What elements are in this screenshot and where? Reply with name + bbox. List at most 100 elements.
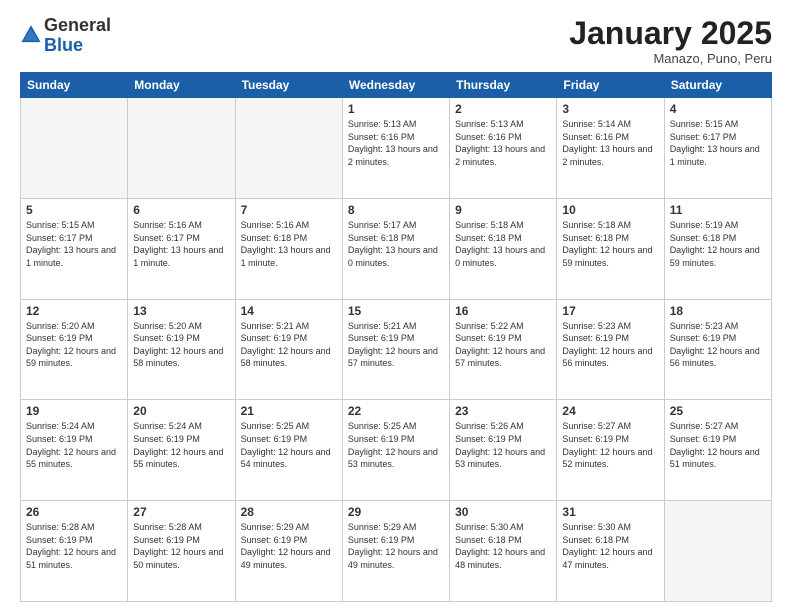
calendar-cell: 2 Sunrise: 5:13 AMSunset: 6:16 PMDaylight… (450, 98, 557, 199)
day-info: Sunrise: 5:24 AMSunset: 6:19 PMDaylight:… (133, 420, 229, 470)
calendar-cell (21, 98, 128, 199)
weekday-header-saturday: Saturday (664, 73, 771, 98)
calendar-cell: 29Sunrise: 5:29 AMSunset: 6:19 PMDayligh… (342, 501, 449, 602)
day-info: Sunrise: 5:16 AMSunset: 6:17 PMDaylight:… (133, 219, 229, 269)
day-info: Sunrise: 5:29 AMSunset: 6:19 PMDaylight:… (348, 521, 444, 571)
header: General Blue January 2025 Manazo, Puno, … (20, 16, 772, 66)
day-info: Sunrise: 5:30 AMSunset: 6:18 PMDaylight:… (455, 521, 551, 571)
calendar-cell: 6 Sunrise: 5:16 AMSunset: 6:17 PMDaylight… (128, 198, 235, 299)
day-number: 4 (670, 102, 766, 116)
calendar-cell: 30 Sunrise: 5:30 AMSunset: 6:18 PMDayligh… (450, 501, 557, 602)
weekday-header-row: SundayMondayTuesdayWednesdayThursdayFrid… (21, 73, 772, 98)
day-number: 6 (133, 203, 229, 217)
day-info: Sunrise: 5:22 AMSunset: 6:19 PMDaylight:… (455, 320, 551, 370)
calendar-cell: 11 Sunrise: 5:19 AMSunset: 6:18 PMDayligh… (664, 198, 771, 299)
weekday-header-friday: Friday (557, 73, 664, 98)
day-number: 23 (455, 404, 551, 418)
calendar-week-5: 26Sunrise: 5:28 AMSunset: 6:19 PMDayligh… (21, 501, 772, 602)
day-number: 21 (241, 404, 337, 418)
calendar-cell: 25 Sunrise: 5:27 AMSunset: 6:19 PMDayligh… (664, 400, 771, 501)
calendar-cell: 13Sunrise: 5:20 AMSunset: 6:19 PMDayligh… (128, 299, 235, 400)
day-number: 25 (670, 404, 766, 418)
day-number: 17 (562, 304, 658, 318)
calendar-cell: 15Sunrise: 5:21 AMSunset: 6:19 PMDayligh… (342, 299, 449, 400)
day-info: Sunrise: 5:25 AMSunset: 6:19 PMDaylight:… (241, 420, 337, 470)
weekday-header-thursday: Thursday (450, 73, 557, 98)
weekday-header-wednesday: Wednesday (342, 73, 449, 98)
day-number: 19 (26, 404, 122, 418)
logo-icon (20, 23, 42, 45)
logo: General Blue (20, 16, 111, 56)
calendar-cell: 16 Sunrise: 5:22 AMSunset: 6:19 PMDayligh… (450, 299, 557, 400)
calendar-cell: 23 Sunrise: 5:26 AMSunset: 6:19 PMDayligh… (450, 400, 557, 501)
day-number: 9 (455, 203, 551, 217)
day-info: Sunrise: 5:16 AMSunset: 6:18 PMDaylight:… (241, 219, 337, 269)
day-number: 2 (455, 102, 551, 116)
day-number: 27 (133, 505, 229, 519)
day-number: 8 (348, 203, 444, 217)
day-number: 24 (562, 404, 658, 418)
day-number: 14 (241, 304, 337, 318)
day-info: Sunrise: 5:27 AMSunset: 6:19 PMDaylight:… (562, 420, 658, 470)
day-info: Sunrise: 5:15 AMSunset: 6:17 PMDaylight:… (670, 118, 766, 168)
calendar-cell (235, 98, 342, 199)
day-info: Sunrise: 5:26 AMSunset: 6:19 PMDaylight:… (455, 420, 551, 470)
day-number: 12 (26, 304, 122, 318)
calendar-cell: 22 Sunrise: 5:25 AMSunset: 6:19 PMDayligh… (342, 400, 449, 501)
day-number: 16 (455, 304, 551, 318)
day-number: 11 (670, 203, 766, 217)
calendar-cell: 7 Sunrise: 5:16 AMSunset: 6:18 PMDaylight… (235, 198, 342, 299)
day-info: Sunrise: 5:19 AMSunset: 6:18 PMDaylight:… (670, 219, 766, 269)
day-info: Sunrise: 5:30 AMSunset: 6:18 PMDaylight:… (562, 521, 658, 571)
calendar-cell: 20 Sunrise: 5:24 AMSunset: 6:19 PMDayligh… (128, 400, 235, 501)
day-number: 13 (133, 304, 229, 318)
calendar-cell: 28 Sunrise: 5:29 AMSunset: 6:19 PMDayligh… (235, 501, 342, 602)
day-number: 20 (133, 404, 229, 418)
day-info: Sunrise: 5:23 AMSunset: 6:19 PMDaylight:… (670, 320, 766, 370)
logo-blue-text: Blue (44, 35, 83, 55)
calendar-cell: 14 Sunrise: 5:21 AMSunset: 6:19 PMDayligh… (235, 299, 342, 400)
calendar-week-4: 19 Sunrise: 5:24 AMSunset: 6:19 PMDayligh… (21, 400, 772, 501)
calendar-cell: 27 Sunrise: 5:28 AMSunset: 6:19 PMDayligh… (128, 501, 235, 602)
day-info: Sunrise: 5:25 AMSunset: 6:19 PMDaylight:… (348, 420, 444, 470)
day-info: Sunrise: 5:21 AMSunset: 6:19 PMDaylight:… (241, 320, 337, 370)
calendar-week-1: 1Sunrise: 5:13 AMSunset: 6:16 PMDaylight… (21, 98, 772, 199)
day-number: 5 (26, 203, 122, 217)
day-info: Sunrise: 5:28 AMSunset: 6:19 PMDaylight:… (133, 521, 229, 571)
day-info: Sunrise: 5:28 AMSunset: 6:19 PMDaylight:… (26, 521, 122, 571)
day-number: 7 (241, 203, 337, 217)
weekday-header-sunday: Sunday (21, 73, 128, 98)
day-info: Sunrise: 5:29 AMSunset: 6:19 PMDaylight:… (241, 521, 337, 571)
day-number: 30 (455, 505, 551, 519)
day-info: Sunrise: 5:18 AMSunset: 6:18 PMDaylight:… (455, 219, 551, 269)
calendar-cell: 4 Sunrise: 5:15 AMSunset: 6:17 PMDaylight… (664, 98, 771, 199)
calendar-cell: 12Sunrise: 5:20 AMSunset: 6:19 PMDayligh… (21, 299, 128, 400)
calendar-week-3: 12Sunrise: 5:20 AMSunset: 6:19 PMDayligh… (21, 299, 772, 400)
calendar-cell: 31 Sunrise: 5:30 AMSunset: 6:18 PMDayligh… (557, 501, 664, 602)
day-info: Sunrise: 5:14 AMSunset: 6:16 PMDaylight:… (562, 118, 658, 168)
calendar-cell: 18Sunrise: 5:23 AMSunset: 6:19 PMDayligh… (664, 299, 771, 400)
day-info: Sunrise: 5:13 AMSunset: 6:16 PMDaylight:… (455, 118, 551, 168)
day-number: 31 (562, 505, 658, 519)
calendar-cell: 5 Sunrise: 5:15 AMSunset: 6:17 PMDaylight… (21, 198, 128, 299)
day-info: Sunrise: 5:23 AMSunset: 6:19 PMDaylight:… (562, 320, 658, 370)
calendar-week-2: 5 Sunrise: 5:15 AMSunset: 6:17 PMDaylight… (21, 198, 772, 299)
weekday-header-tuesday: Tuesday (235, 73, 342, 98)
calendar-cell: 9 Sunrise: 5:18 AMSunset: 6:18 PMDaylight… (450, 198, 557, 299)
page: General Blue January 2025 Manazo, Puno, … (0, 0, 792, 612)
calendar-cell: 17 Sunrise: 5:23 AMSunset: 6:19 PMDayligh… (557, 299, 664, 400)
month-title: January 2025 (569, 16, 772, 51)
day-number: 10 (562, 203, 658, 217)
day-info: Sunrise: 5:17 AMSunset: 6:18 PMDaylight:… (348, 219, 444, 269)
day-number: 22 (348, 404, 444, 418)
calendar-cell: 1Sunrise: 5:13 AMSunset: 6:16 PMDaylight… (342, 98, 449, 199)
calendar-cell (128, 98, 235, 199)
day-info: Sunrise: 5:27 AMSunset: 6:19 PMDaylight:… (670, 420, 766, 470)
day-number: 28 (241, 505, 337, 519)
calendar-cell: 21 Sunrise: 5:25 AMSunset: 6:19 PMDayligh… (235, 400, 342, 501)
calendar-cell: 24 Sunrise: 5:27 AMSunset: 6:19 PMDayligh… (557, 400, 664, 501)
title-area: January 2025 Manazo, Puno, Peru (569, 16, 772, 66)
weekday-header-monday: Monday (128, 73, 235, 98)
day-info: Sunrise: 5:15 AMSunset: 6:17 PMDaylight:… (26, 219, 122, 269)
calendar-cell: 26Sunrise: 5:28 AMSunset: 6:19 PMDayligh… (21, 501, 128, 602)
